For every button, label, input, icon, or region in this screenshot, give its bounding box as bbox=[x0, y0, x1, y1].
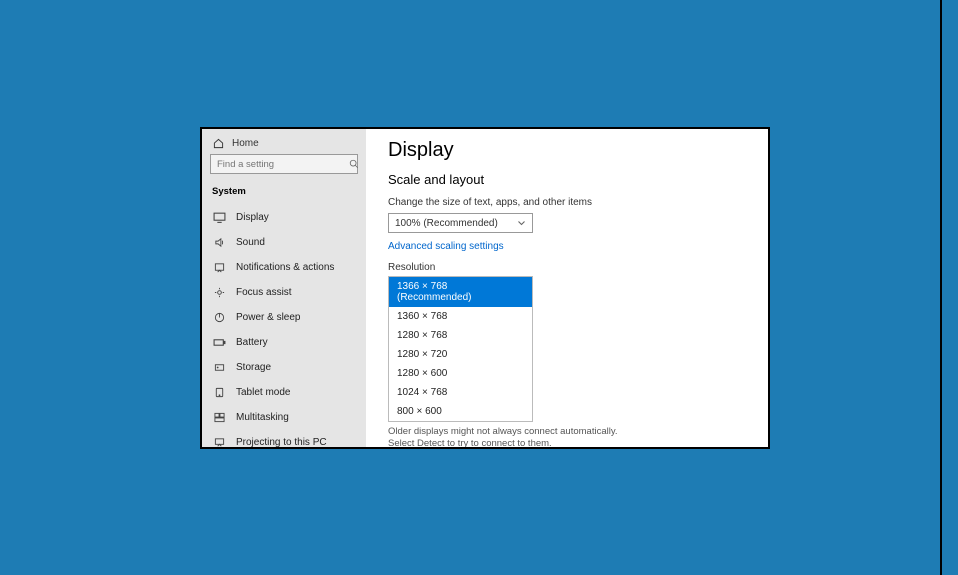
sidebar-section-label: System bbox=[202, 180, 366, 205]
scale-dropdown-value: 100% (Recommended) bbox=[395, 218, 498, 229]
resolution-dropdown-list: 1366 × 768 (Recommended) 1360 × 768 1280… bbox=[388, 276, 533, 422]
sidebar-item-label: Multitasking bbox=[236, 412, 289, 423]
sidebar-item-label: Battery bbox=[236, 337, 268, 348]
sidebar-item-notifications[interactable]: Notifications & actions bbox=[202, 255, 366, 280]
sidebar-item-power-sleep[interactable]: Power & sleep bbox=[202, 305, 366, 330]
sidebar: Home System Display Sound Notificat bbox=[202, 129, 366, 447]
battery-icon bbox=[212, 337, 226, 348]
sidebar-item-storage[interactable]: Storage bbox=[202, 355, 366, 380]
resolution-option[interactable]: 800 × 600 bbox=[389, 402, 532, 421]
sidebar-item-battery[interactable]: Battery bbox=[202, 330, 366, 355]
sidebar-item-display[interactable]: Display bbox=[202, 205, 366, 230]
tablet-icon bbox=[212, 387, 226, 398]
resolution-option[interactable]: 1360 × 768 bbox=[389, 307, 532, 326]
sidebar-item-tablet-mode[interactable]: Tablet mode bbox=[202, 380, 366, 405]
search-container bbox=[202, 154, 366, 180]
sound-icon bbox=[212, 237, 226, 248]
detect-help-text: Older displays might not always connect … bbox=[388, 426, 628, 447]
scale-field-label: Change the size of text, apps, and other… bbox=[388, 197, 746, 208]
search-input[interactable] bbox=[217, 159, 349, 170]
sidebar-item-label: Storage bbox=[236, 362, 271, 373]
sidebar-item-label: Focus assist bbox=[236, 287, 292, 298]
scale-dropdown[interactable]: 100% (Recommended) bbox=[388, 213, 533, 233]
sidebar-item-label: Power & sleep bbox=[236, 312, 300, 323]
home-icon bbox=[212, 137, 224, 149]
multitasking-icon bbox=[212, 412, 226, 423]
main-panel: Display Scale and layout Change the size… bbox=[366, 129, 768, 447]
sidebar-item-label: Projecting to this PC bbox=[236, 437, 327, 448]
resolution-option[interactable]: 1024 × 768 bbox=[389, 383, 532, 402]
sidebar-item-projecting[interactable]: Projecting to this PC bbox=[202, 430, 366, 449]
resolution-label: Resolution bbox=[388, 262, 746, 273]
search-box[interactable] bbox=[210, 154, 358, 174]
advanced-scaling-link[interactable]: Advanced scaling settings bbox=[388, 241, 746, 252]
sidebar-item-label: Notifications & actions bbox=[236, 262, 334, 273]
sidebar-item-sound[interactable]: Sound bbox=[202, 230, 366, 255]
desktop-right-edge bbox=[940, 0, 942, 575]
sidebar-item-label: Tablet mode bbox=[236, 387, 290, 398]
sidebar-item-focus-assist[interactable]: Focus assist bbox=[202, 280, 366, 305]
sidebar-item-label: Display bbox=[236, 212, 269, 223]
sidebar-home[interactable]: Home bbox=[202, 129, 366, 154]
resolution-option[interactable]: 1366 × 768 (Recommended) bbox=[389, 277, 532, 307]
display-icon bbox=[212, 212, 226, 223]
home-label: Home bbox=[232, 138, 259, 149]
chevron-down-icon bbox=[517, 220, 526, 226]
resolution-option[interactable]: 1280 × 768 bbox=[389, 326, 532, 345]
page-title: Display bbox=[388, 139, 746, 162]
settings-window: Home System Display Sound Notificat bbox=[200, 127, 770, 449]
section-title: Scale and layout bbox=[388, 172, 746, 187]
sidebar-nav: Display Sound Notifications & actions Fo… bbox=[202, 205, 366, 449]
sidebar-item-multitasking[interactable]: Multitasking bbox=[202, 405, 366, 430]
focus-assist-icon bbox=[212, 287, 226, 298]
power-icon bbox=[212, 312, 226, 323]
resolution-option[interactable]: 1280 × 720 bbox=[389, 345, 532, 364]
sidebar-item-label: Sound bbox=[236, 237, 265, 248]
search-icon bbox=[349, 159, 359, 169]
notifications-icon bbox=[212, 262, 226, 273]
resolution-option[interactable]: 1280 × 600 bbox=[389, 364, 532, 383]
storage-icon bbox=[212, 362, 226, 373]
projecting-icon bbox=[212, 437, 226, 448]
